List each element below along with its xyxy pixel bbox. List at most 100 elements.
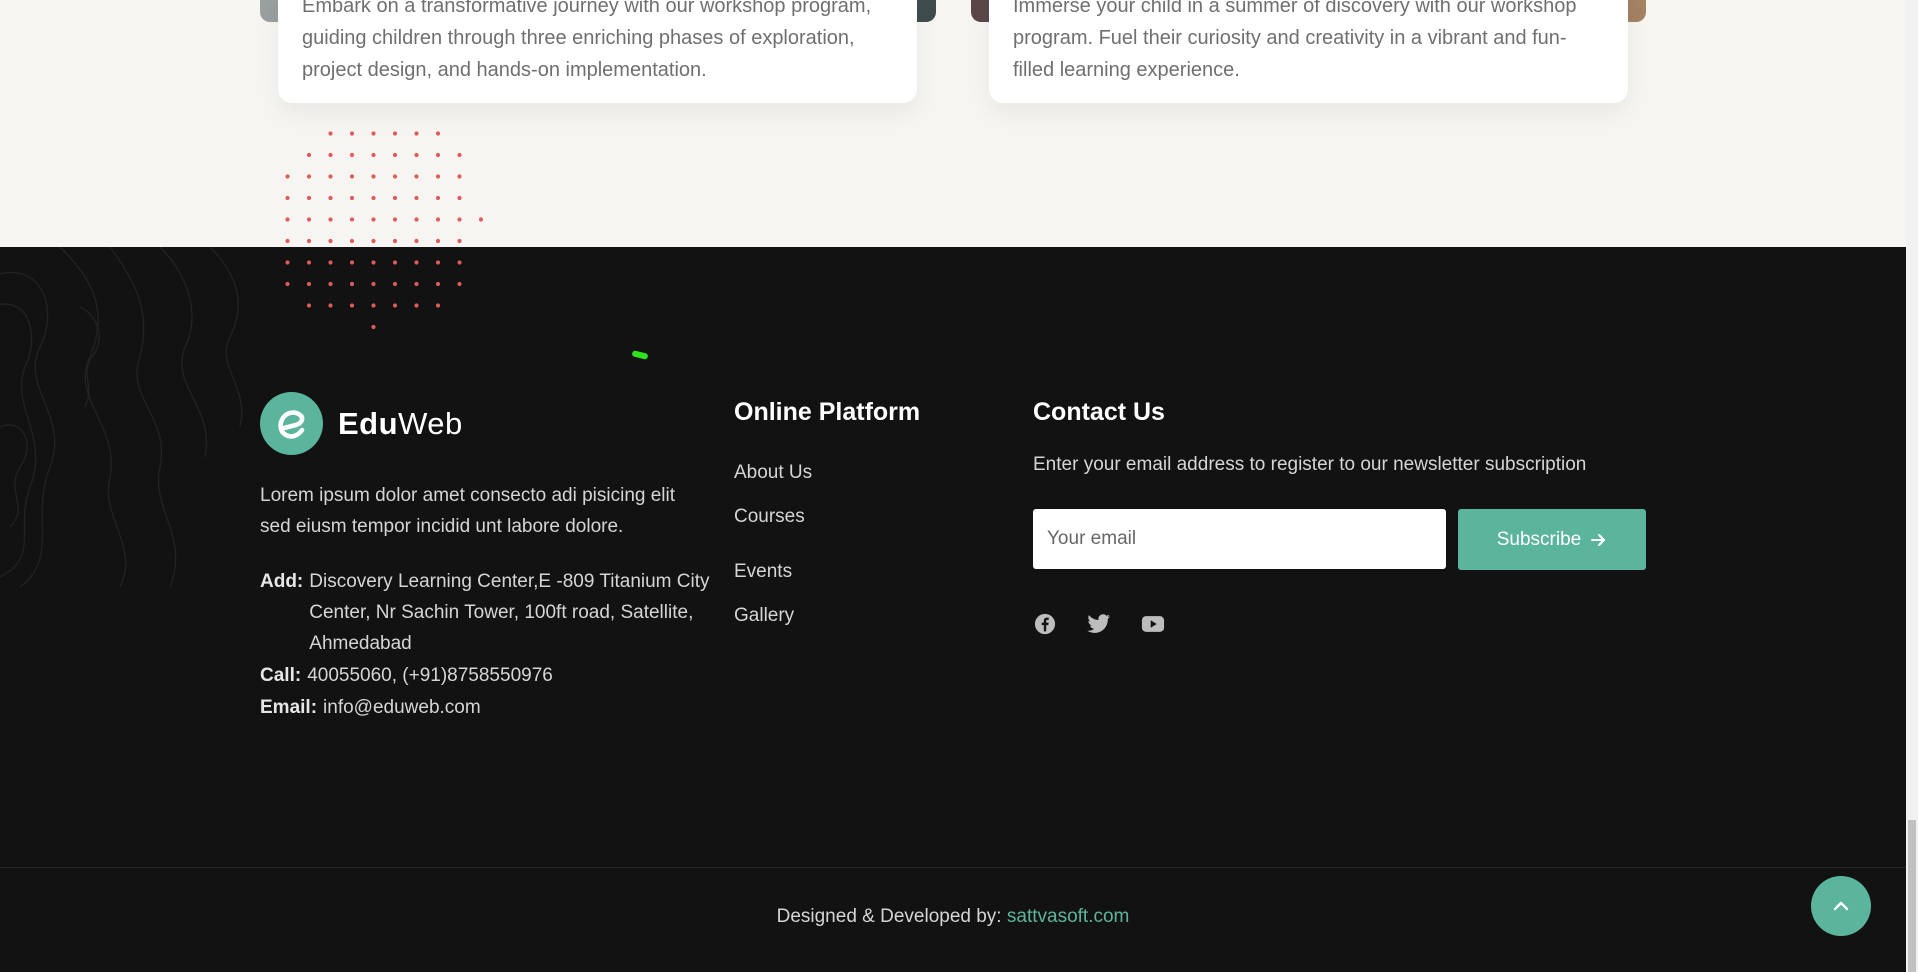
decorative-dot (328, 303, 333, 308)
decorative-dot (392, 195, 398, 201)
decorative-dot (414, 281, 419, 287)
decorative-dot (285, 260, 290, 265)
facebook-icon[interactable] (1033, 612, 1057, 636)
decorative-dot (285, 217, 290, 222)
footer-credit: Designed & Developed by: sattvasoft.com (0, 906, 1906, 928)
program-card-clipped-text: Immerse your child in a summer of discov… (1013, 0, 1577, 17)
decorative-dot (392, 152, 398, 158)
decorative-dot (435, 281, 441, 287)
footer-brand[interactable]: EduWeb (260, 392, 463, 455)
decorative-dot (306, 174, 312, 179)
topography-background (0, 247, 243, 587)
decorative-dot (414, 152, 419, 158)
program-card-clipped-text: Embark on a transformative journey with … (302, 0, 872, 17)
decorative-dot (349, 260, 355, 265)
footer-link-about-us[interactable]: About Us (734, 458, 812, 502)
decorative-dot (349, 131, 355, 136)
decorative-dot (306, 152, 312, 158)
decorative-dot (328, 195, 333, 201)
decorative-dot (392, 303, 398, 308)
decorative-dot (285, 174, 290, 179)
scroll-to-top-button[interactable] (1811, 876, 1871, 936)
decorative-dot (371, 303, 376, 308)
twitter-icon[interactable] (1087, 612, 1111, 636)
youtube-icon[interactable] (1141, 612, 1165, 636)
decorative-dot (392, 131, 398, 136)
decorative-dot (285, 281, 290, 287)
decorative-dot (457, 260, 462, 265)
decorative-dot (306, 303, 312, 308)
decorative-dot (328, 174, 333, 179)
credit-link[interactable]: sattvasoft.com (1007, 906, 1130, 927)
email-label: Email: (260, 697, 318, 718)
footer-address: Add: Discovery Learning Center,E -809 Ti… (260, 566, 710, 659)
address-label: Add: (260, 571, 304, 592)
subscribe-button[interactable]: Subscribe (1458, 509, 1646, 570)
decorative-dot (392, 174, 398, 179)
decorative-dot (414, 238, 419, 244)
decorative-dot (435, 238, 441, 244)
decorative-dot (414, 131, 419, 136)
decorative-dot (306, 238, 312, 244)
footer-link-gallery[interactable]: Gallery (734, 601, 812, 645)
decorative-dot (349, 195, 355, 201)
decorative-dot (285, 238, 290, 244)
decorative-dot (414, 174, 419, 179)
decorative-dot (328, 260, 333, 265)
scrollbar-thumb[interactable] (1908, 820, 1916, 972)
decorative-dot (457, 217, 462, 222)
decorative-dot (328, 152, 333, 158)
decorative-dot (328, 131, 333, 136)
call-label: Call: (260, 665, 302, 686)
decorative-dot (371, 174, 376, 179)
program-card-left: Embark on a transformative journey with … (278, 0, 917, 103)
decorative-dot (349, 303, 355, 308)
newsletter-email-input[interactable] (1033, 509, 1446, 569)
decorative-dot (414, 217, 419, 222)
platform-links: About Us Courses Events Gallery (734, 458, 812, 645)
credit-prefix: Designed & Developed by: (776, 906, 1007, 927)
chevron-up-icon (1833, 901, 1849, 911)
decorative-dot (392, 281, 398, 287)
e-letter-logo-icon (260, 392, 323, 455)
decorative-dot (349, 174, 355, 179)
decorative-dot (285, 195, 290, 201)
footer-link-courses[interactable]: Courses (734, 502, 812, 546)
decorative-dot-pattern (285, 131, 484, 330)
decorative-dot (371, 152, 376, 158)
subscribe-label: Subscribe (1496, 528, 1582, 550)
decorative-dot (435, 131, 441, 136)
decorative-dot (457, 281, 462, 287)
decorative-dot (349, 238, 355, 244)
social-links (1033, 612, 1165, 636)
footer-phone: Call: 40055060, (+91)8758550976 (260, 660, 553, 691)
footer-email: Email: info@eduweb.com (260, 692, 481, 723)
online-platform-heading: Online Platform (734, 398, 921, 426)
email-value[interactable]: info@eduweb.com (323, 692, 481, 723)
decorative-dot (478, 217, 484, 222)
address-value: Discovery Learning Center,E -809 Titaniu… (309, 571, 710, 654)
decorative-dot (371, 217, 376, 222)
decorative-dot (371, 324, 376, 330)
decorative-dot (435, 303, 441, 308)
contact-us-heading: Contact Us (1033, 398, 1165, 426)
footer-link-events[interactable]: Events (734, 557, 812, 601)
decorative-dot (371, 260, 376, 265)
decorative-dot (306, 260, 312, 265)
decorative-dot (414, 195, 419, 201)
decorative-dot (371, 195, 376, 201)
decorative-dot (328, 238, 333, 244)
decorative-dot (328, 217, 333, 222)
decorative-dot (371, 131, 376, 136)
decorative-dot (371, 281, 376, 287)
decorative-dot (392, 217, 398, 222)
decorative-dot (435, 217, 441, 222)
decorative-dot (306, 217, 312, 222)
call-value[interactable]: 40055060, (+91)8758550976 (307, 660, 553, 691)
decorative-dot (392, 238, 398, 244)
footer-about-text: Lorem ipsum dolor amet consecto adi pisi… (260, 485, 676, 537)
program-card-right: Immerse your child in a summer of discov… (989, 0, 1628, 103)
footer-divider (0, 867, 1906, 868)
decorative-dot (435, 260, 441, 265)
decorative-dot (414, 303, 419, 308)
